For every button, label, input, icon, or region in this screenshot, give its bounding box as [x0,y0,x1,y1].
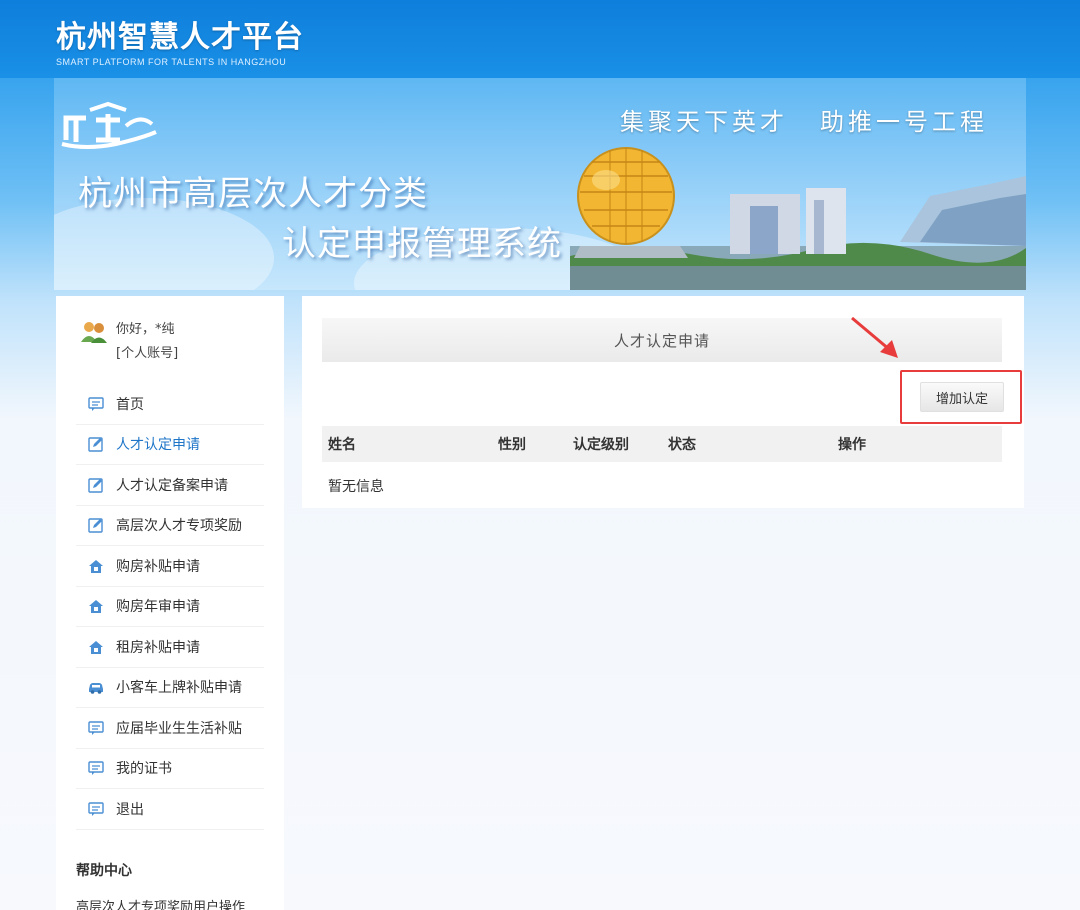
sidebar-item-home[interactable]: 首页 [76,384,264,425]
chat-icon [88,397,104,411]
sidebar-item-label: 高层次人才专项奖励 [116,518,242,535]
sidebar-item-rent-subsidy[interactable]: 租房补贴申请 [76,627,264,668]
column-status: 状态 [668,437,696,453]
edit-icon [88,518,103,533]
column-gender: 性别 [498,437,526,453]
sidebar-item-house-review[interactable]: 购房年审申请 [76,587,264,627]
slogan-left: 集聚天下英才 [620,108,788,136]
sidebar-item-label: 首页 [116,396,144,413]
user-info: 你好，*纯 [个人账号] [80,318,178,366]
chat-icon [88,761,104,776]
city-skyline-image [570,147,1026,290]
column-level: 认定级别 [573,437,629,453]
highlight-box: 增加认定 [900,370,1022,424]
sidebar-item-house-subsidy[interactable]: 购房补贴申请 [76,546,264,587]
sidebar-item-logout[interactable]: 退出 [76,789,264,830]
banner: 集聚天下英才 助推一号工程 杭州市高层次人才分类 认定申报管理系统 [54,78,1026,290]
column-actions: 操作 [838,437,866,453]
add-certification-button[interactable]: 增加认定 [920,382,1004,412]
hangzhou-logo-icon [61,101,157,149]
sidebar-item-label: 购房年审申请 [116,599,200,616]
banner-slogan: 集聚天下英才 助推一号工程 [620,102,1020,137]
empty-message: 暂无信息 [328,479,384,495]
help-center-title: 帮助中心 [76,863,132,879]
house-icon [89,640,103,654]
sidebar-nav: 首页 人才认定申请 人才认定备案申请 高层次人才专项奖励 购房补贴申请 购房年审… [76,384,264,830]
sidebar-item-label: 退出 [116,801,144,818]
sidebar-item-car-plate-subsidy[interactable]: 小客车上牌补贴申请 [76,668,264,708]
house-icon [89,559,103,573]
sidebar-item-label: 应届毕业生生活补贴 [116,720,242,737]
brand-title: 杭州智慧人才平台 [56,20,304,55]
sidebar-item-label: 我的证书 [116,761,172,778]
top-bar: 杭州智慧人才平台 SMART PLATFORM FOR TALENTS IN H… [0,0,1080,78]
edit-icon [88,478,103,493]
chat-icon [88,721,104,735]
banner-title-line2: 认定申报管理系统 [282,224,562,264]
main-panel: 人才认定申请 增加认定 姓名 性别 认定级别 状态 操作 暂无信息 [302,296,1024,508]
help-link[interactable]: 高层次人才专项奖励用户操作 [76,896,245,910]
edit-icon [88,437,103,452]
sidebar-item-talent-application[interactable]: 人才认定申请 [76,425,264,465]
user-greeting: 你好，*纯 [116,322,175,337]
sidebar-item-certificates[interactable]: 我的证书 [76,749,264,789]
sidebar-item-label: 人才认定申请 [116,437,200,454]
sidebar-item-label: 小客车上牌补贴申请 [116,680,242,697]
sidebar-item-label: 租房补贴申请 [116,639,200,656]
slogan-right: 助推一号工程 [820,108,988,136]
arrow-annotation-icon [851,316,898,358]
banner-title-line1: 杭州市高层次人才分类 [78,174,428,214]
users-icon [81,322,107,343]
sidebar-item-graduate-subsidy[interactable]: 应届毕业生生活补贴 [76,708,264,749]
user-account-type: [个人账号] [116,346,179,361]
column-name: 姓名 [328,437,356,453]
sidebar-item-special-award[interactable]: 高层次人才专项奖励 [76,506,264,546]
brand-logo[interactable]: 杭州智慧人才平台 SMART PLATFORM FOR TALENTS IN H… [56,12,304,67]
chat-icon [88,802,104,816]
sidebar-item-talent-filing[interactable]: 人才认定备案申请 [76,465,264,506]
table-header: 姓名 性别 认定级别 状态 操作 [322,426,1002,462]
sidebar: 你好，*纯 [个人账号] 首页 人才认定申请 人才认定备案申请 高层次人才专项奖… [56,296,284,910]
house-icon [89,600,103,614]
sidebar-item-label: 人才认定备案申请 [116,477,228,494]
car-icon [89,683,103,695]
brand-subtitle: SMART PLATFORM FOR TALENTS IN HANGZHOU [56,57,287,67]
sidebar-item-label: 购房补贴申请 [116,558,200,575]
